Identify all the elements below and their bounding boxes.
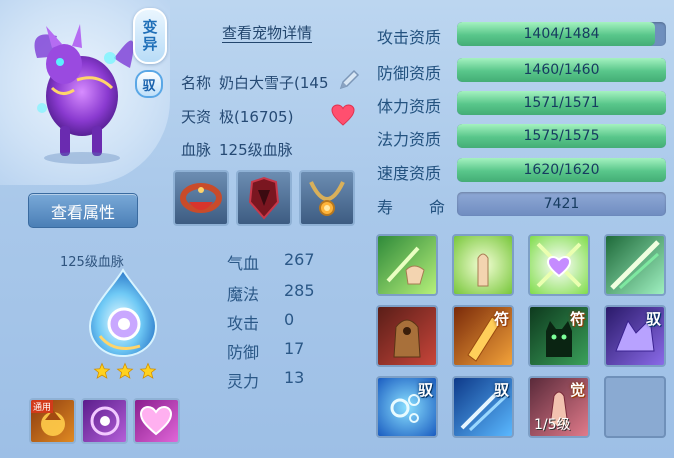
stat-value-attack: 0	[284, 310, 295, 329]
bloodline-skill-slot-1[interactable]: 通用	[29, 398, 76, 444]
equipment-slot-collar[interactable]	[173, 170, 229, 226]
stat-value-mp: 285	[284, 281, 315, 300]
aptitude-value: 1575/1575	[523, 128, 600, 144]
necklace-icon	[309, 181, 345, 216]
aptitude-label-defense: 防御资质	[377, 64, 442, 83]
stat-label-attack: 攻击	[227, 314, 260, 333]
skill-slot[interactable]: 驭	[376, 376, 438, 438]
star-icon	[139, 362, 157, 379]
heart-skill-icon	[139, 405, 173, 436]
equipment-slot-necklace[interactable]	[299, 170, 355, 226]
heart-cross-skill-icon	[536, 242, 582, 288]
aptitude-value: 1571/1571	[523, 95, 600, 111]
skill-level-text: 1/5级	[534, 417, 571, 433]
page-title: 查看宠物详情	[222, 24, 313, 42]
aptitude-value: 1460/1460	[523, 62, 600, 78]
aptitude-label-magic: 法力资质	[377, 130, 442, 149]
bound-badge: 驭	[135, 70, 163, 98]
aptitude-bar-attack: 1404/1484	[457, 22, 666, 46]
equipment-slot-armor[interactable]	[236, 170, 292, 226]
armor-icon	[248, 176, 280, 220]
aptitude-value: 1404/1484	[523, 26, 600, 42]
skill-tag-control: 驭	[493, 381, 509, 399]
skill-slot[interactable]	[376, 234, 438, 296]
mutation-badge-char-1: 变	[142, 18, 158, 36]
skill-slot[interactable]	[604, 234, 666, 296]
bloodline-skill-slot-3[interactable]	[133, 398, 180, 444]
stat-value-hp: 267	[284, 250, 315, 269]
skill-slot[interactable]: 符	[452, 305, 514, 367]
skill-slot[interactable]	[452, 234, 514, 296]
pet-creature-icon	[34, 24, 134, 164]
empty-skill-slot[interactable]	[604, 376, 666, 438]
palm-blessing-skill-icon	[477, 253, 489, 287]
view-attributes-button[interactable]: 查看属性	[28, 193, 138, 228]
skill-tag-general: 通用	[31, 400, 54, 413]
collar-icon	[180, 183, 222, 213]
stat-label-hp: 气血	[227, 254, 260, 273]
star-icon	[93, 362, 111, 379]
stone-idol-skill-icon	[393, 319, 421, 358]
lifespan-bar: 7421	[457, 192, 666, 216]
pet-name-value: 奶白大雪子(145	[219, 74, 329, 92]
stat-label-mp: 魔法	[227, 285, 260, 304]
stat-label-spirit: 灵力	[227, 372, 260, 391]
hand-strike-skill-icon	[386, 246, 425, 285]
skill-slot[interactable]: 驭	[452, 376, 514, 438]
skill-tag-awakening: 觉	[569, 381, 585, 399]
talent-value: 极(16705)	[219, 108, 294, 126]
bloodline-label: 血脉	[181, 141, 212, 159]
aptitude-label-speed: 速度资质	[377, 164, 442, 183]
mutation-badge-char-2: 异	[142, 35, 158, 53]
mutation-badge: 变 异	[133, 8, 167, 64]
skill-tag-talisman: 符	[493, 310, 509, 328]
heart-icon[interactable]	[331, 104, 355, 126]
star-icon	[116, 362, 134, 379]
bloodline-value: 125级血脉	[219, 141, 293, 159]
skill-tag-talisman: 符	[569, 310, 585, 328]
aptitude-label-stamina: 体力资质	[377, 97, 442, 116]
bloodline-skill-slot-2[interactable]	[81, 398, 128, 444]
lifespan-label-1: 寿	[377, 198, 394, 217]
stat-value-spirit: 13	[284, 368, 305, 387]
aptitude-label-attack: 攻击资质	[377, 28, 442, 47]
skill-slot[interactable]	[376, 305, 438, 367]
lifespan-value: 7421	[543, 196, 580, 212]
skill-tag-control: 驭	[645, 310, 661, 328]
aptitude-value: 1620/1620	[523, 162, 600, 178]
aptitude-bar-magic: 1575/1575	[457, 124, 666, 148]
lifespan-label-2: 命	[429, 198, 446, 217]
skill-slot[interactable]: 觉 1/5级	[528, 376, 590, 438]
aptitude-bar-speed: 1620/1620	[457, 158, 666, 182]
green-slash-skill-icon	[610, 240, 660, 290]
stat-value-defense: 17	[284, 339, 305, 358]
skill-slot[interactable]: 驭	[604, 305, 666, 367]
aptitude-bar-stamina: 1571/1571	[457, 91, 666, 115]
skill-tag-control: 驭	[417, 381, 433, 399]
edit-name-icon[interactable]	[337, 68, 361, 92]
talent-label: 天资	[181, 108, 212, 126]
stat-label-defense: 防御	[227, 343, 260, 362]
skill-slot[interactable]	[528, 234, 590, 296]
purple-orb-skill-icon	[90, 406, 120, 436]
aptitude-bar-defense: 1460/1460	[457, 58, 666, 82]
bloodline-gem-icon[interactable]	[84, 266, 162, 358]
name-label: 名称	[181, 74, 212, 92]
skill-slot[interactable]: 符	[528, 305, 590, 367]
